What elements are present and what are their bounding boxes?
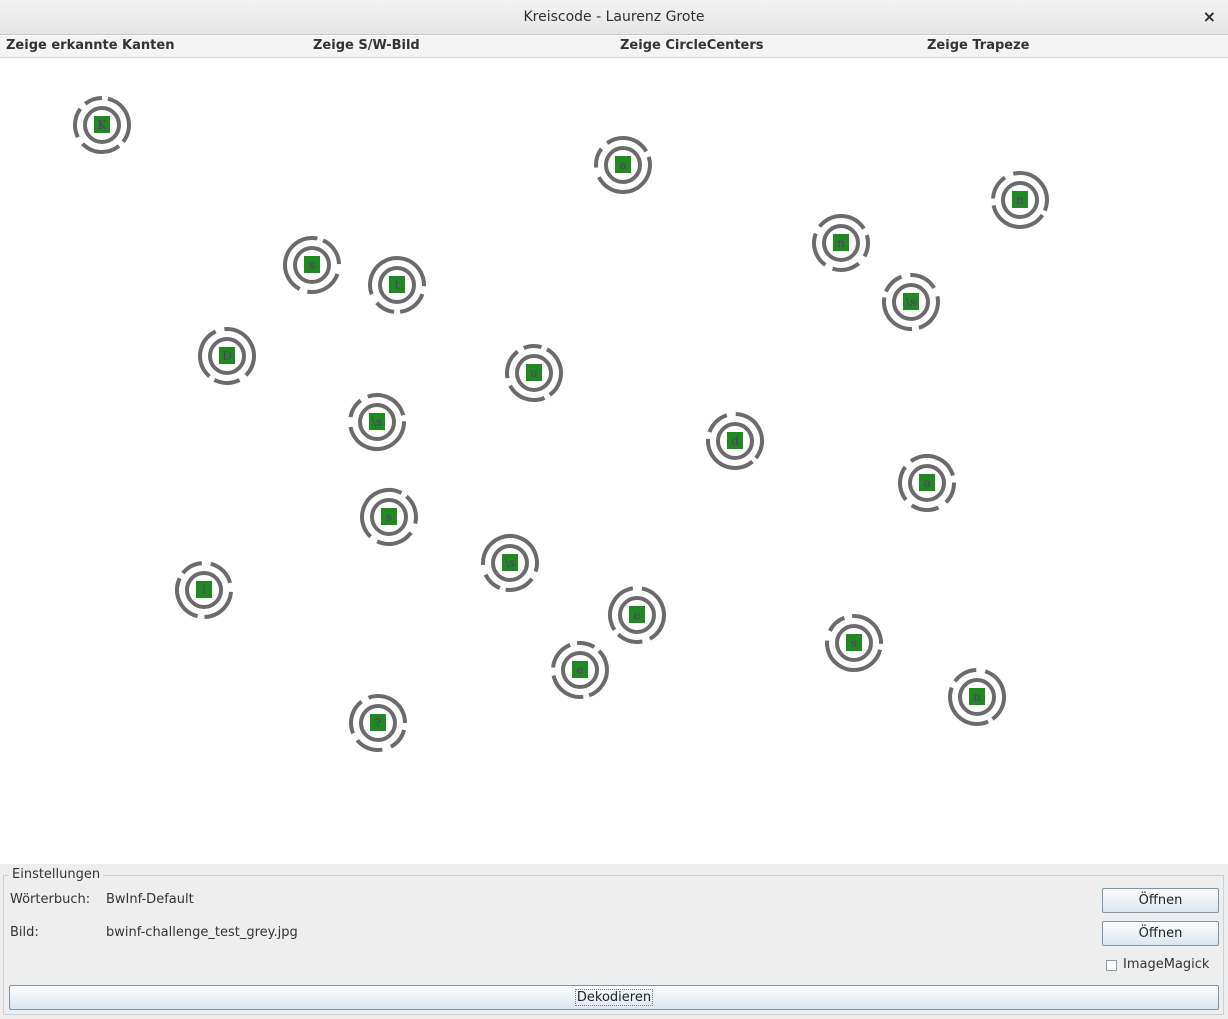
dictionary-label: Wörterbuch:	[10, 892, 91, 907]
decode-button[interactable]: Dekodieren	[9, 985, 1219, 1010]
circle-code-4: s	[282, 236, 341, 295]
circle-code-13: \s	[481, 534, 539, 592]
dictionary-value: BwInf-Default	[106, 892, 194, 907]
decoded-letter: s	[851, 636, 857, 650]
circle-code-12: s	[360, 488, 418, 546]
decoded-letter: n	[837, 236, 845, 250]
decoded-letter: d	[731, 434, 739, 448]
imagemagick-checkbox[interactable]	[1106, 960, 1117, 971]
decoded-letter: a	[619, 158, 626, 172]
decoded-letter: t	[395, 278, 400, 292]
circle-code-3: n	[812, 214, 870, 272]
circle-code-17: s	[825, 614, 884, 672]
circle-code-6: \s	[882, 273, 940, 332]
decoded-letter: D	[222, 349, 232, 363]
circle-code-10: d	[706, 412, 764, 470]
settings-panel: Einstellungen Wörterbuch: BwInf-Default …	[0, 864, 1228, 1019]
decoded-letter: K	[98, 118, 108, 132]
circle-code-8: u	[505, 344, 563, 402]
close-icon[interactable]: ×	[1203, 7, 1216, 26]
circle-code-image: Ka n n s t \s Du \s d a s \s l e e s n?	[73, 96, 1049, 752]
open-image-button[interactable]: Öffnen	[1102, 921, 1219, 946]
settings-legend: Einstellungen	[9, 867, 104, 882]
circle-code-0: K	[73, 96, 131, 154]
circle-code-5: t	[368, 256, 426, 314]
decoded-letter: a	[923, 476, 930, 490]
circle-code-16: e	[551, 641, 609, 699]
decoded-letter: e	[633, 608, 640, 622]
decoded-letter: n	[973, 690, 981, 704]
image-value: bwinf-challenge_test_grey.jpg	[106, 925, 298, 940]
title-bar: Kreiscode - Laurenz Grote ×	[0, 0, 1228, 35]
imagemagick-label: ImageMagick	[1123, 957, 1210, 972]
circle-code-2: n	[990, 171, 1049, 229]
circle-code-11: a	[898, 454, 956, 512]
image-canvas: Ka n n s t \s Du \s d a s \s l e e s n?	[0, 58, 1228, 864]
decode-button-label: Dekodieren	[574, 989, 654, 1006]
menu-item-show-trapezoids[interactable]: Zeige Trapeze	[927, 38, 1029, 53]
decoded-letter: u	[530, 366, 538, 380]
circle-code-14: l	[175, 561, 233, 619]
window-title: Kreiscode - Laurenz Grote	[523, 9, 705, 25]
decoded-letter: ?	[375, 716, 381, 730]
menu-bar: Zeige erkannte Kanten Zeige S/W-Bild Zei…	[0, 36, 1228, 58]
open-dictionary-button[interactable]: Öffnen	[1102, 888, 1219, 913]
decoded-letter: \s	[372, 415, 382, 429]
circle-code-9: \s	[348, 393, 406, 451]
circle-code-15: e	[608, 586, 666, 644]
circle-code-1: a	[594, 136, 652, 194]
circle-code-19: ?	[349, 694, 407, 752]
circle-code-7: D	[198, 327, 256, 385]
menu-item-show-circle-centers[interactable]: Zeige CircleCenters	[620, 38, 764, 53]
decoded-letter: l	[202, 583, 206, 597]
image-label: Bild:	[10, 925, 39, 940]
decoded-letter: e	[576, 663, 583, 677]
decoded-letter: s	[309, 258, 315, 272]
circle-code-18: n	[948, 668, 1006, 726]
menu-item-show-edges[interactable]: Zeige erkannte Kanten	[6, 38, 174, 53]
decoded-letter: s	[386, 510, 392, 524]
decoded-letter: \s	[505, 556, 515, 570]
decoded-letter: \s	[906, 295, 916, 309]
menu-item-show-bw-image[interactable]: Zeige S/W-Bild	[313, 38, 420, 53]
decoded-letter: n	[1016, 193, 1024, 207]
